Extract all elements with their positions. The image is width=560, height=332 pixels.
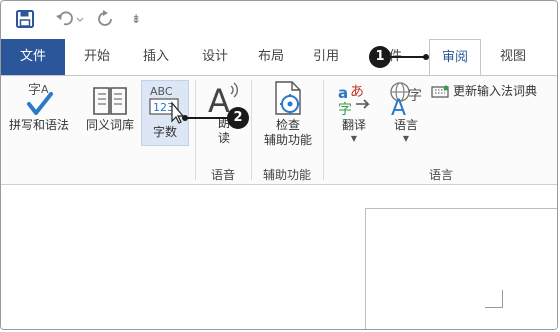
check-accessibility-label-line2: 辅助功能 xyxy=(263,133,312,147)
svg-text:あ: あ xyxy=(350,84,364,100)
translate-icon: a あ 字 xyxy=(338,84,370,118)
ribbon-divider xyxy=(323,80,324,180)
redo-icon[interactable] xyxy=(95,7,117,31)
quick-access-toolbar: ⇟ xyxy=(1,1,557,37)
book-icon xyxy=(93,87,127,115)
svg-text:ABC: ABC xyxy=(150,85,173,98)
svg-text:字: 字 xyxy=(338,102,352,118)
keyboard-icon xyxy=(431,85,449,98)
svg-text:A: A xyxy=(391,96,406,118)
customize-toolbar-icon[interactable]: ⇟ xyxy=(129,7,143,31)
language-button[interactable]: A 字 语言 ▼ xyxy=(381,80,431,145)
save-icon[interactable] xyxy=(13,7,37,31)
tab-references[interactable]: 引用 xyxy=(301,39,351,75)
svg-text:字: 字 xyxy=(408,88,422,104)
document-area[interactable] xyxy=(1,186,557,329)
tab-review[interactable]: 审阅 xyxy=(429,39,481,76)
translate-label: 翻译 xyxy=(341,118,366,132)
language-label: 语言 xyxy=(393,118,418,132)
check-accessibility-label-line1: 检查 xyxy=(275,118,300,132)
ribbon-tabs: 文件 开始 插入 设计 布局 引用 邮件 审阅 视图 xyxy=(1,39,557,76)
callout-badge-1: 1 xyxy=(369,46,391,68)
spelling-grammar-label: 拼写和语法 xyxy=(8,118,69,132)
word-count-icon: ABC 123 xyxy=(149,85,185,124)
group-label-speech: 语音 xyxy=(210,168,235,182)
ribbon-divider xyxy=(251,80,252,180)
accessibility-checker-icon xyxy=(275,81,301,115)
thesaurus-label: 同义词库 xyxy=(85,118,134,132)
tab-insert[interactable]: 插入 xyxy=(129,39,183,75)
callout-dot-1 xyxy=(423,54,429,60)
svg-text:a: a xyxy=(338,84,348,102)
callout-line-1 xyxy=(391,56,425,58)
callout-badge-2: 2 xyxy=(227,107,249,129)
read-aloud-label-line2: 读 xyxy=(217,131,230,145)
translate-button[interactable]: a あ 字 翻译 ▼ xyxy=(331,80,377,145)
group-label-accessibility: 辅助功能 xyxy=(262,168,311,182)
word-window: ⇟ 文件 开始 插入 设计 布局 引用 邮件 审阅 视图 字 A 拼写和语法 xyxy=(0,0,558,330)
ribbon-review: 字 A 拼写和语法 同义词库 ABC 123 字数 A 朗 读 检查 辅助功能 … xyxy=(1,75,557,185)
update-ime-dictionary-label: 更新输入法词典 xyxy=(453,84,538,98)
translate-dropdown-icon[interactable]: ▼ xyxy=(331,133,377,145)
svg-text:123: 123 xyxy=(153,101,174,114)
ribbon-divider xyxy=(195,80,196,180)
word-count-button[interactable]: ABC 123 字数 xyxy=(141,80,189,146)
update-ime-dictionary-button[interactable]: 更新输入法词典 xyxy=(431,84,555,99)
spelling-grammar-button[interactable]: 字 A 拼写和语法 xyxy=(1,80,77,133)
callout-line-2 xyxy=(184,117,228,119)
language-dropdown-icon[interactable]: ▼ xyxy=(381,133,431,145)
tab-file[interactable]: 文件 xyxy=(1,39,65,75)
document-page[interactable] xyxy=(365,208,557,329)
callout-dot-2 xyxy=(182,115,188,121)
tab-home[interactable]: 开始 xyxy=(71,39,123,75)
undo-icon[interactable] xyxy=(53,7,87,31)
language-icon: A 字 xyxy=(390,82,422,118)
svg-text:字: 字 xyxy=(28,83,41,98)
check-accessibility-button[interactable]: 检查 辅助功能 xyxy=(257,80,319,148)
word-count-label: 字数 xyxy=(152,125,177,139)
tab-design[interactable]: 设计 xyxy=(189,39,241,75)
tab-view[interactable]: 视图 xyxy=(487,39,539,75)
tab-layout[interactable]: 布局 xyxy=(247,39,295,75)
group-label-language: 语言 xyxy=(428,168,453,182)
svg-text:A: A xyxy=(41,83,49,96)
thesaurus-button[interactable]: 同义词库 xyxy=(81,80,139,133)
spelling-check-icon: 字 A xyxy=(27,83,53,115)
svg-text:A: A xyxy=(208,82,230,116)
page-margin-corner-mark xyxy=(485,290,503,308)
